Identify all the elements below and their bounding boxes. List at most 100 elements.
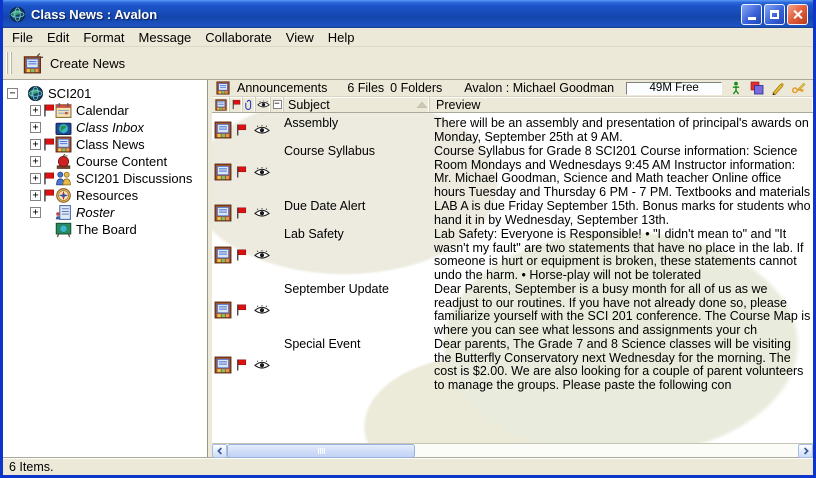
news-icon xyxy=(215,99,227,111)
scroll-left-button[interactable] xyxy=(212,444,227,458)
horizontal-scrollbar[interactable] xyxy=(212,443,813,457)
folders-count: 0 Folders xyxy=(390,81,442,95)
board-icon xyxy=(55,221,72,238)
expand-toggle-icon[interactable]: + xyxy=(30,139,41,150)
expand-toggle-icon[interactable]: + xyxy=(30,207,41,218)
expand-toggle-icon[interactable]: + xyxy=(30,156,41,167)
free-space-indicator: 49M Free xyxy=(626,82,722,95)
sidebar-item-calendar[interactable]: + Calendar xyxy=(3,102,207,119)
create-news-label: Create News xyxy=(50,56,125,71)
eye-icon xyxy=(254,125,270,135)
sidebar-item-label: Course Content xyxy=(76,154,167,169)
column-collapse[interactable]: − xyxy=(271,97,284,112)
create-news-button[interactable]: Create News xyxy=(14,50,133,76)
menu-message[interactable]: Message xyxy=(132,29,199,46)
menu-format[interactable]: Format xyxy=(76,29,131,46)
column-subject[interactable]: Subject xyxy=(284,97,430,112)
flag-icon xyxy=(42,172,55,185)
scrollbar-thumb[interactable] xyxy=(227,444,415,458)
expand-toggle-icon[interactable]: + xyxy=(30,122,41,133)
sidebar-item-class-inbox[interactable]: + Class Inbox xyxy=(3,119,207,136)
flag-icon xyxy=(235,124,247,136)
toolbar-grip-2[interactable] xyxy=(10,52,12,74)
menu-help[interactable]: Help xyxy=(321,29,362,46)
column-flag[interactable] xyxy=(230,97,243,112)
message-row-icons xyxy=(212,144,284,199)
window-title: Class News : Avalon xyxy=(31,7,739,22)
expand-toggle-icon[interactable]: + xyxy=(30,105,41,116)
flag-icon xyxy=(42,189,55,202)
news-icon xyxy=(214,204,232,222)
menu-edit[interactable]: Edit xyxy=(40,29,76,46)
app-window: Class News : Avalon File Edit Format Mes… xyxy=(0,0,816,478)
menu-file[interactable]: File xyxy=(5,29,40,46)
globe-icon xyxy=(27,85,44,102)
maximize-button[interactable] xyxy=(764,4,785,25)
message-list-panel: Announcements 6 Files 0 Folders Avalon :… xyxy=(212,80,813,457)
close-button[interactable] xyxy=(787,4,808,25)
news-icon xyxy=(214,301,232,319)
sidebar-item-label: Resources xyxy=(76,188,138,203)
collapse-toggle-icon[interactable]: − xyxy=(7,88,18,99)
message-row-course-syllabus[interactable]: Course Syllabus Course Syllabus for Grad… xyxy=(212,144,813,199)
sidebar-item-label: The Board xyxy=(76,222,137,237)
flag-icon xyxy=(231,99,241,110)
menu-collaborate[interactable]: Collaborate xyxy=(198,29,279,46)
news-icon xyxy=(214,246,232,264)
tree-root-label: SCI201 xyxy=(48,86,91,101)
account-name: Avalon : Michael Goodman xyxy=(464,81,614,95)
column-attachment[interactable] xyxy=(243,97,256,112)
column-preview[interactable]: Preview xyxy=(430,97,813,112)
scroll-right-button[interactable] xyxy=(798,444,813,458)
sidebar-item-sci201-discussions[interactable]: + SCI201 Discussions xyxy=(3,170,207,187)
title-bar: Class News : Avalon xyxy=(3,0,813,28)
message-row-special-event[interactable]: Special Event Dear parents, The Grade 7 … xyxy=(212,337,813,392)
column-item-icon[interactable] xyxy=(212,97,230,112)
message-row-icons xyxy=(212,282,284,337)
overlap-squares-icon xyxy=(750,81,764,95)
column-read-status[interactable] xyxy=(256,97,271,112)
expand-toggle-icon[interactable]: + xyxy=(30,190,41,201)
eye-icon xyxy=(257,100,270,109)
eye-icon xyxy=(254,167,270,177)
eye-icon xyxy=(254,208,270,218)
paperclip-icon xyxy=(245,99,253,111)
message-list: Assembly There will be an assembly and p… xyxy=(212,113,813,443)
item-count-text: 6 Items. xyxy=(9,460,53,474)
compass-icon xyxy=(55,187,72,204)
conference-header-bar: Announcements 6 Files 0 Folders Avalon :… xyxy=(212,80,813,97)
message-row-icons xyxy=(212,199,284,227)
minimize-icon xyxy=(748,17,756,20)
flag-icon xyxy=(235,207,247,219)
minimize-button[interactable] xyxy=(741,4,762,25)
sidebar-item-roster[interactable]: + Roster xyxy=(3,204,207,221)
sidebar-item-label: Roster xyxy=(76,205,114,220)
message-preview: Course Syllabus for Grade 8 SCI201 Cours… xyxy=(434,144,813,199)
message-subject: September Update xyxy=(284,282,434,337)
tree-items: + Calendar + Class Inbox + Class News + … xyxy=(3,102,207,238)
calendar-icon xyxy=(55,102,72,119)
tree-root-sci201[interactable]: − SCI201 xyxy=(3,85,207,102)
expand-toggle-icon[interactable]: + xyxy=(30,173,41,184)
toolbar: Create News xyxy=(3,47,813,80)
menu-view[interactable]: View xyxy=(279,29,321,46)
sidebar-item-resources[interactable]: + Resources xyxy=(3,187,207,204)
toolbar-grip[interactable] xyxy=(6,52,8,74)
message-preview: Dear parents, The Grade 7 and 8 Science … xyxy=(434,337,813,392)
eye-icon xyxy=(254,360,270,370)
message-subject: Due Date Alert xyxy=(284,199,434,227)
chevron-right-icon xyxy=(802,447,810,455)
message-row-assembly[interactable]: Assembly There will be an assembly and p… xyxy=(212,116,813,144)
message-row-september-update[interactable]: September Update Dear Parents, September… xyxy=(212,282,813,337)
message-row-lab-safety[interactable]: Lab Safety Lab Safety: Everyone is Respo… xyxy=(212,227,813,282)
conference-title: Announcements xyxy=(237,81,327,95)
message-row-due-date-alert[interactable]: Due Date Alert LAB A is due Friday Septe… xyxy=(212,199,813,227)
eye-icon xyxy=(254,305,270,315)
inbox-icon xyxy=(55,119,72,136)
message-preview: LAB A is due Friday September 15th. Bonu… xyxy=(434,199,813,227)
flag-icon xyxy=(235,166,247,178)
sidebar-item-class-news[interactable]: + Class News xyxy=(3,136,207,153)
sidebar-item-course-content[interactable]: + Course Content xyxy=(3,153,207,170)
sidebar-item-label: Calendar xyxy=(76,103,129,118)
sidebar-item-the-board[interactable]: The Board xyxy=(3,221,207,238)
